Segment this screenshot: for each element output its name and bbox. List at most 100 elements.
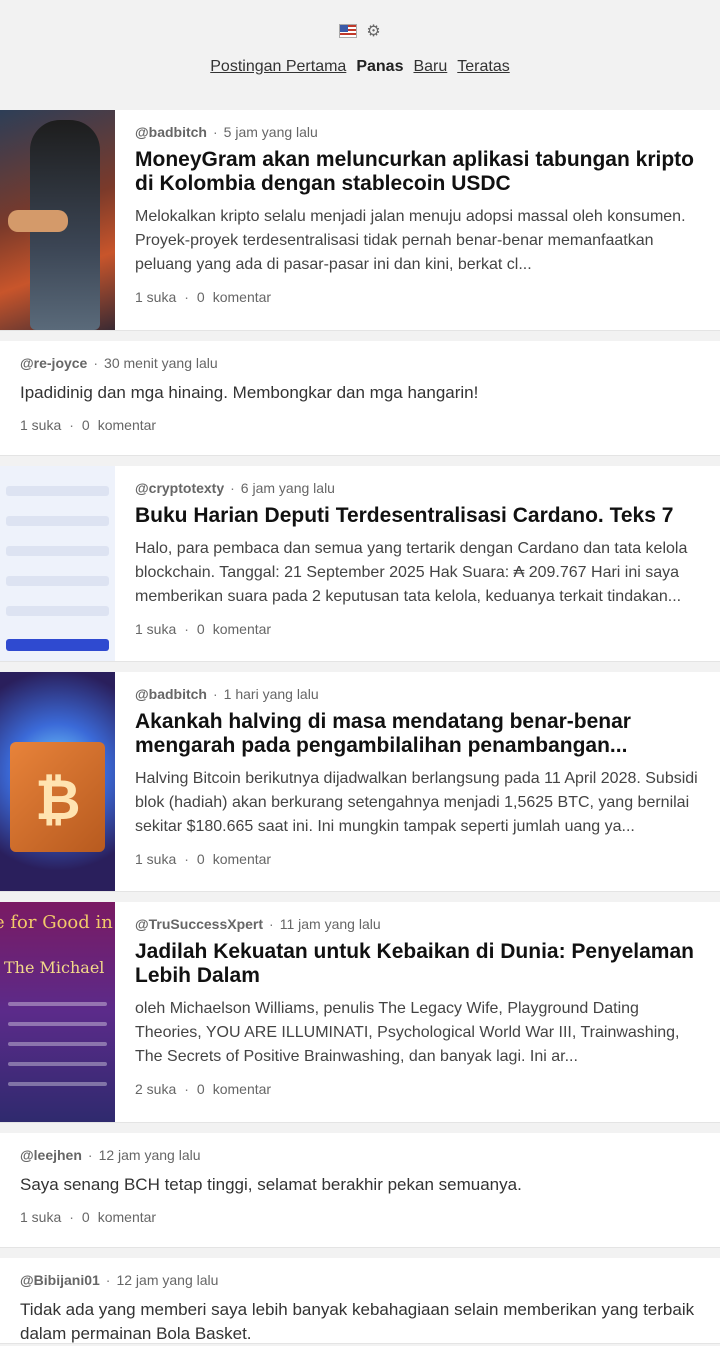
post-meta: @badbitch · 5 jam yang lalu [135,124,708,140]
post-time: 11 jam yang lalu [279,916,381,932]
meta-separator: · [269,916,274,932]
thumb-caption: e for Good in th [0,912,115,933]
footer-separator: · [184,289,189,305]
post-comments-label[interactable]: komentar [98,1209,156,1225]
post-text[interactable]: Saya senang BCH tetap tinggi, selamat be… [20,1173,708,1197]
post-footer: 1 suka · 0 komentar [135,289,708,305]
post-comments-label[interactable]: komentar [98,417,156,433]
post-likes[interactable]: 1 suka [20,417,61,433]
post-comments-label[interactable]: komentar [213,289,271,305]
post-card[interactable]: @re-joyce · 30 menit yang lalu Ipadidini… [0,341,720,456]
post-card[interactable]: @badbitch · 5 jam yang lalu MoneyGram ak… [0,110,720,331]
post-comments-count[interactable]: 0 [197,1081,205,1097]
post-body: @TruSuccessXpert · 11 jam yang lalu Jadi… [115,902,720,1122]
post-comments-count[interactable]: 0 [197,289,205,305]
post-body: @cryptotexty · 6 jam yang lalu Buku Hari… [115,466,720,661]
post-author[interactable]: @badbitch [135,124,207,140]
footer-separator: · [69,1209,74,1225]
post-likes[interactable]: 1 suka [135,289,176,305]
post-author[interactable]: @cryptotexty [135,480,224,496]
post-excerpt: oleh Michaelson Williams, penulis The Le… [135,1000,680,1065]
post-meta: @leejhen · 12 jam yang lalu [20,1147,708,1163]
post-footer: 1 suka · 0 komentar [135,851,708,867]
thumb-caption: The Michael [4,958,105,977]
post-likes[interactable]: 2 suka [135,1081,176,1097]
post-comments-label[interactable]: komentar [213,621,271,637]
post-footer: 1 suka · 0 komentar [135,621,708,637]
post-author[interactable]: @badbitch [135,686,207,702]
thumb-row [6,576,109,586]
meta-separator: · [212,124,218,140]
thumb-hand [8,210,68,232]
post-footer: 1 suka · 0 komentar [20,1209,708,1225]
nav-first-posts[interactable]: Postingan Pertama [210,58,346,76]
post-excerpt: Halving Bitcoin berikutnya dijadwalkan b… [135,770,698,835]
post-excerpt: Melokalkan kripto selalu menjadi jalan m… [135,208,686,273]
thumb-line [8,1042,107,1046]
post-meta: @re-joyce · 30 menit yang lalu [20,355,708,371]
flag-canton [339,25,348,32]
post-footer: 1 suka · 0 komentar [20,417,708,433]
post-card[interactable]: @Bibijani01 · 12 jam yang lalu Tidak ada… [0,1258,720,1344]
post-author[interactable]: @TruSuccessXpert [135,916,263,932]
post-title[interactable]: Buku Harian Deputi Terdesentralisasi Car… [135,504,708,528]
post-comments-count[interactable]: 0 [82,417,90,433]
post-title[interactable]: Jadilah Kekuatan untuk Kebaikan di Dunia… [135,940,708,988]
post-title[interactable]: Akankah halving di masa mendatang benar-… [135,710,708,758]
gear-icon[interactable]: ⚙ [366,24,382,40]
post-thumbnail[interactable] [0,110,115,330]
post-body: @badbitch · 1 hari yang lalu Akankah hal… [115,672,720,891]
footer-separator: · [184,621,189,637]
post-card[interactable]: e for Good in th The Michael @TruSuccess… [0,902,720,1123]
post-time: 5 jam yang lalu [223,124,318,140]
nav-hot[interactable]: Panas [356,58,403,76]
post-card[interactable]: @cryptotexty · 6 jam yang lalu Buku Hari… [0,466,720,662]
post-body: @badbitch · 5 jam yang lalu MoneyGram ak… [115,110,720,330]
post-excerpt: Halo, para pembaca dan semua yang tertar… [135,540,688,605]
post-meta: @TruSuccessXpert · 11 jam yang lalu [135,916,708,932]
post-title[interactable]: MoneyGram akan meluncurkan aplikasi tabu… [135,148,708,196]
post-comments-label[interactable]: komentar [213,1081,271,1097]
post-meta: @Bibijani01 · 12 jam yang lalu [20,1272,708,1288]
post-time: 12 jam yang lalu [116,1272,219,1288]
post-card[interactable]: ₿ @badbitch · 1 hari yang lalu Akankah h… [0,672,720,892]
post-author[interactable]: @leejhen [20,1147,82,1163]
bitcoin-icon: ₿ [35,768,81,833]
post-comments-count[interactable]: 0 [82,1209,90,1225]
post-thumbnail[interactable]: e for Good in th The Michael [0,902,115,1122]
meta-separator: · [212,686,218,702]
meta-separator: · [230,480,235,496]
post-meta: @cryptotexty · 6 jam yang lalu [135,480,708,496]
nav-new[interactable]: Baru [413,58,447,76]
post-text[interactable]: Tidak ada yang memberi saya lebih banyak… [20,1298,708,1346]
footer-separator: · [69,417,74,433]
thumb-row [6,486,109,496]
post-likes[interactable]: 1 suka [20,1209,61,1225]
post-likes[interactable]: 1 suka [135,621,176,637]
feed-sort-nav: Postingan Pertama Panas Baru Teratas [0,58,720,76]
nav-top[interactable]: Teratas [457,58,509,76]
us-flag-icon[interactable] [338,24,357,38]
post-card[interactable]: @leejhen · 12 jam yang lalu Saya senang … [0,1133,720,1248]
post-author[interactable]: @Bibijani01 [20,1272,100,1288]
post-body: @leejhen · 12 jam yang lalu Saya senang … [0,1133,720,1247]
post-comments-label[interactable]: komentar [213,851,271,867]
post-author[interactable]: @re-joyce [20,355,87,371]
post-comments-count[interactable]: 0 [197,851,205,867]
post-time: 6 jam yang lalu [240,480,335,496]
post-comments-count[interactable]: 0 [197,621,205,637]
post-meta: @badbitch · 1 hari yang lalu [135,686,708,702]
post-text[interactable]: Ipadidinig dan mga hinaing. Membongkar d… [20,381,708,405]
post-thumbnail[interactable]: ₿ [0,672,115,891]
meta-separator: · [105,1272,111,1288]
post-time: 1 hari yang lalu [223,686,319,702]
thumb-line [8,1002,107,1006]
thumb-line [8,1082,107,1086]
post-footer: 2 suka · 0 komentar [135,1081,708,1097]
post-body: @Bibijani01 · 12 jam yang lalu Tidak ada… [0,1258,720,1343]
post-likes[interactable]: 1 suka [135,851,176,867]
thumb-row [6,546,109,556]
post-thumbnail[interactable] [0,466,115,661]
footer-separator: · [184,851,189,867]
footer-separator: · [184,1081,189,1097]
